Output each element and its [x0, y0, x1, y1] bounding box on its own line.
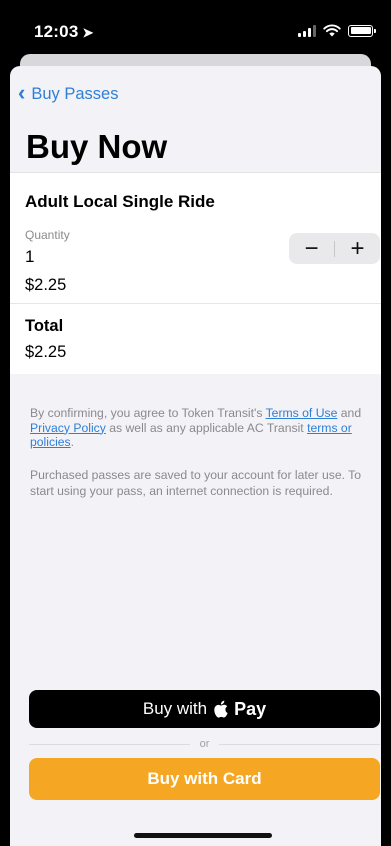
legal-text-part: and: [337, 406, 362, 420]
clock-text: 12:03: [34, 22, 79, 41]
apple-pay-word: Pay: [234, 698, 267, 719]
apple-pay-button[interactable]: Buy with Pay: [29, 690, 380, 728]
legal-text: By confirming, you agree to Token Transi…: [30, 406, 368, 450]
chevron-left-icon: ‹: [18, 80, 26, 105]
status-icons: [298, 24, 376, 37]
or-separator: or: [29, 735, 380, 753]
status-bar: 12:03 ➤: [0, 0, 391, 56]
cellular-signal-icon: [298, 24, 316, 37]
apple-logo-icon: [213, 700, 228, 718]
pass-title: Adult Local Single Ride: [25, 192, 215, 211]
total-label: Total: [25, 317, 64, 335]
legal-text-part: as well as any applicable AC Transit: [105, 420, 308, 435]
back-button-label: Buy Passes: [31, 84, 119, 103]
back-button[interactable]: ‹ Buy Passes: [18, 80, 119, 105]
separator-line: [219, 743, 380, 745]
terms-of-use-link[interactable]: Terms of Use: [266, 406, 338, 420]
apple-pay-prefix: Buy with: [142, 699, 208, 718]
page-title: Buy Now: [26, 128, 168, 165]
status-time: 12:03 ➤: [34, 22, 94, 42]
decrement-button[interactable]: −: [289, 233, 334, 264]
quantity-label: Quantity: [25, 228, 70, 242]
quantity-value: 1: [25, 247, 35, 266]
buy-now-sheet: ‹ Buy Passes Buy Now Adult Local Single …: [10, 66, 381, 846]
wifi-icon: [323, 24, 341, 37]
legal-text-part: .: [70, 435, 75, 449]
legal-text-part: By confirming, you agree to Token Transi…: [30, 406, 266, 420]
buy-with-card-button[interactable]: Buy with Card: [29, 758, 380, 800]
total-value: $2.25: [25, 343, 67, 361]
or-text: or: [199, 738, 210, 750]
order-card: Adult Local Single Ride Quantity 1 $2.25…: [10, 172, 381, 374]
privacy-policy-link[interactable]: Privacy Policy: [30, 421, 106, 435]
home-indicator: [134, 833, 272, 838]
pass-storage-note: Purchased passes are saved to your accou…: [30, 468, 362, 498]
separator-line: [29, 743, 190, 745]
battery-icon: [348, 24, 376, 37]
location-arrow-icon: ➤: [82, 25, 94, 40]
quantity-stepper: − +: [289, 233, 380, 264]
pass-price: $2.25: [25, 276, 67, 294]
divider: [10, 303, 381, 304]
increment-button[interactable]: +: [335, 233, 380, 264]
